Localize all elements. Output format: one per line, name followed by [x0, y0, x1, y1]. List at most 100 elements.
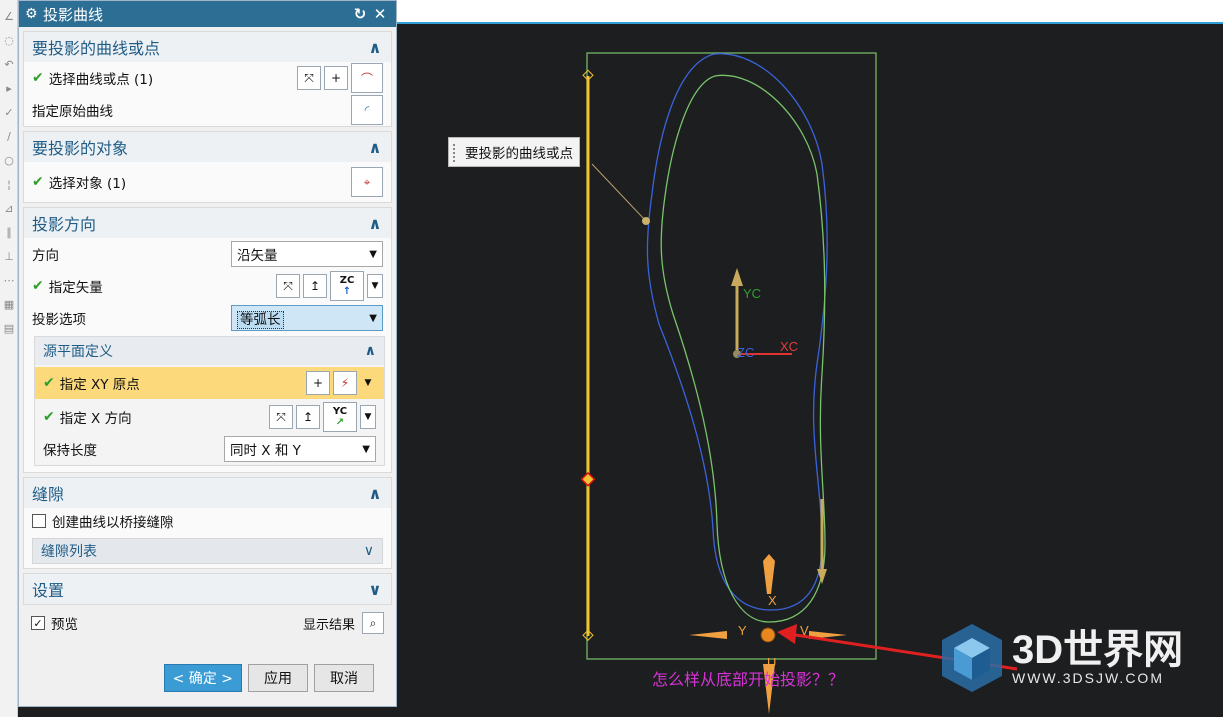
vector-type-button[interactable]: ZC ↑ — [330, 271, 364, 301]
ok-button[interactable]: < 确定 > — [163, 664, 242, 692]
keep-length-select[interactable]: 同时 X 和 Y ▼ — [224, 436, 376, 462]
chevron-down-icon[interactable]: ▼ — [360, 405, 376, 429]
crosshair-icon[interactable]: ⌖ — [351, 167, 383, 197]
xy-origin-row[interactable]: ✔ 指定 XY 原点 + ⚡ ▼ — [35, 367, 384, 399]
tool-icon[interactable]: ∥ — [2, 226, 16, 240]
projection-option-row: 投影选项 等弧长 ▼ — [24, 302, 391, 334]
tool-icon[interactable]: ✓ — [2, 106, 16, 120]
expand-icon[interactable]: ∨ — [367, 580, 383, 599]
vector-row[interactable]: ✔ 指定矢量 ⤧ ↥ ZC ↑ ▼ — [24, 270, 391, 302]
selection-tooltip: 要投影的曲线或点 — [448, 137, 580, 167]
group-curves-title: 要投影的曲线或点 — [32, 39, 161, 58]
direction-row: 方向 沿矢量 ▼ — [24, 238, 391, 270]
close-icon[interactable]: ✕ — [370, 5, 390, 23]
projection-option-label: 投影选项 — [32, 312, 86, 328]
tool-icon[interactable]: ▦ — [2, 298, 16, 312]
tool-icon[interactable]: ↶ — [2, 58, 16, 72]
check-icon: ✔ — [43, 409, 55, 425]
cancel-button[interactable]: 取消 — [314, 664, 374, 692]
source-plane-title: 源平面定义 — [43, 344, 113, 360]
group-gap-header[interactable]: 缝隙 ∧ — [24, 478, 391, 508]
keep-length-value: 同时 X 和 Y — [230, 443, 301, 459]
zc-axis-label: ZC — [737, 345, 755, 360]
tool-icon[interactable]: ∠ — [2, 10, 16, 24]
chevron-down-icon[interactable]: ▼ — [367, 274, 383, 298]
watermark-title: 3D世界网 — [1012, 628, 1184, 672]
group-objects-title: 要投影的对象 — [32, 139, 129, 158]
group-direction-title: 投影方向 — [32, 215, 97, 234]
x-direction-row[interactable]: ✔ 指定 X 方向 ⤧ ↥ YC ↗ ▼ — [35, 401, 384, 433]
group-objects-header[interactable]: 要投影的对象 ∧ — [24, 132, 391, 162]
direction-select[interactable]: 沿矢量 ▼ — [231, 241, 383, 267]
bridge-gap-checkbox[interactable] — [32, 514, 46, 528]
source-plane-header[interactable]: 源平面定义 ∧ — [35, 337, 384, 365]
apply-button[interactable]: 应用 — [248, 664, 308, 692]
cube-logo-icon — [942, 624, 1002, 692]
x-direction-label: 指定 X 方向 — [59, 411, 132, 427]
dialog-titlebar: ⚙ 投影曲线 ↻ ✕ — [19, 1, 396, 27]
x-direction-axis-label: YC — [332, 406, 348, 417]
curve-rule-icon[interactable]: ⤧ — [276, 274, 300, 298]
expand-icon[interactable]: ∨ — [364, 543, 374, 559]
group-settings-header[interactable]: 设置 ∨ — [24, 574, 391, 604]
source-plane-section: 源平面定义 ∧ ✔ 指定 XY 原点 + ⚡ ▼ ✔ 指定 X 方向 ⤧ ↥ Y… — [34, 336, 385, 466]
point-dialog-icon[interactable]: + — [324, 66, 348, 90]
manipulator-left-arrow — [689, 631, 727, 639]
x-direction-type-button[interactable]: YC ↗ — [323, 402, 357, 432]
group-curves-header[interactable]: 要投影的曲线或点 ∧ — [24, 32, 391, 62]
magnifier-icon[interactable]: ⌕ — [362, 612, 384, 634]
curve-rule-icon[interactable]: ⤧ — [297, 66, 321, 90]
collapse-icon[interactable]: ∧ — [367, 484, 383, 503]
original-curve-icon[interactable]: ◜ — [351, 95, 383, 125]
tool-icon[interactable]: ⊥ — [2, 250, 16, 264]
tool-icon[interactable]: ⋯ — [2, 274, 16, 288]
select-curve-icon[interactable]: ⌒ — [351, 63, 383, 93]
dialog-footer: < 确定 > 应用 取消 — [19, 664, 396, 694]
projection-option-select[interactable]: 等弧长 ▼ — [231, 305, 383, 331]
bridge-gap-row[interactable]: 创建曲线以桥接缝隙 — [24, 508, 391, 534]
sketch-boundary — [586, 52, 877, 660]
v-handle-label: V — [800, 623, 809, 638]
tool-icon[interactable]: / — [2, 130, 16, 144]
collapse-icon[interactable]: ∧ — [367, 214, 383, 233]
x-handle-label: X — [768, 593, 777, 608]
yc-axis-label: YC — [743, 286, 762, 301]
select-curve-row[interactable]: ✔ 选择曲线或点 (1) ⤧ + ⌒ — [24, 62, 391, 94]
collapse-icon[interactable]: ∧ — [367, 138, 383, 157]
tool-icon[interactable]: ○ — [2, 154, 16, 168]
preview-checkbox[interactable]: ✓ — [31, 616, 45, 630]
graphics-viewport[interactable] — [397, 24, 1223, 717]
preview-label: 预览 — [51, 617, 78, 633]
inferred-point-icon[interactable]: ⚡ — [333, 371, 357, 395]
tool-icon[interactable]: ⊿ — [2, 202, 16, 216]
curve-rule-icon[interactable]: ⤧ — [269, 405, 293, 429]
original-curve-label: 指定原始曲线 — [32, 104, 113, 120]
tool-icon[interactable]: ▤ — [2, 322, 16, 336]
chevron-down-icon[interactable]: ▼ — [360, 371, 376, 395]
preview-row: ✓ 预览 显示结果 ⌕ — [23, 607, 392, 639]
vector-dialog-icon[interactable]: ↥ — [296, 405, 320, 429]
tool-icon[interactable]: ▸ — [2, 82, 16, 96]
group-settings: 设置 ∨ — [23, 573, 392, 605]
reset-icon[interactable]: ↻ — [350, 5, 370, 23]
y-handle-label: Y — [738, 623, 747, 638]
manipulator-up-arrow — [763, 554, 775, 594]
group-settings-title: 设置 — [32, 581, 65, 600]
group-direction-header[interactable]: 投影方向 ∧ — [24, 208, 391, 238]
annotation-arrowhead — [777, 624, 797, 644]
select-object-row[interactable]: ✔ 选择对象 (1) ⌖ — [24, 162, 391, 202]
dialog-title: 投影曲线 — [43, 5, 104, 24]
manipulator-center — [760, 627, 776, 643]
tool-icon[interactable]: ¦ — [2, 178, 16, 192]
original-curve-row[interactable]: 指定原始曲线 ◜ — [24, 94, 391, 126]
gap-list-header[interactable]: 缝隙列表 ∨ — [32, 538, 383, 564]
check-icon: ✔ — [32, 70, 44, 86]
vector-dialog-icon[interactable]: ↥ — [303, 274, 327, 298]
collapse-icon[interactable]: ∧ — [365, 343, 376, 359]
collapse-icon[interactable]: ∧ — [367, 38, 383, 57]
drag-grip-icon[interactable] — [453, 144, 457, 162]
tool-icon[interactable]: ◌ — [2, 34, 16, 48]
point-dialog-icon[interactable]: + — [306, 371, 330, 395]
vector-label: 指定矢量 — [48, 280, 103, 296]
bridge-gap-label: 创建曲线以桥接缝隙 — [52, 515, 174, 531]
